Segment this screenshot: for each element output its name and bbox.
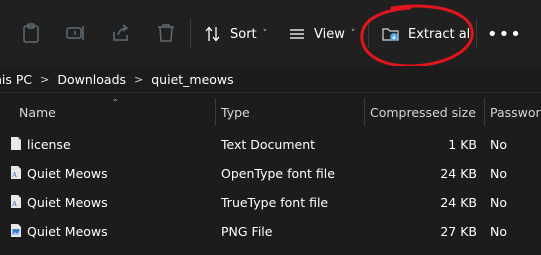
sort-icon [205,26,220,42]
font-file-icon: A [11,195,21,208]
chevron-down-icon: ˅ [350,29,356,39]
file-type: TrueType font file [221,195,329,210]
file-list: license Text Document 1 KB No A Quiet Me… [0,130,541,246]
extract-folder-icon [382,28,399,41]
sort-label: Sort [230,26,257,42]
extract-all-button[interactable]: Extract all [382,20,474,48]
share-icon[interactable] [110,22,132,44]
file-name: Quiet Meows [27,224,108,239]
table-row[interactable]: A Quiet Meows OpenType font file 24 KB N… [0,159,541,188]
extract-all-label: Extract all [408,26,474,42]
column-divider[interactable] [364,98,365,126]
column-divider[interactable] [484,98,485,126]
column-header-name[interactable]: Name [19,105,56,120]
table-row[interactable]: A Quiet Meows TrueType font file 24 KB N… [0,188,541,217]
sort-ascending-icon: ⌃ [112,98,119,107]
table-row[interactable]: license Text Document 1 KB No [0,130,541,159]
file-size: 27 KB [440,224,477,239]
toolbar-divider [476,18,477,48]
file-name: license [27,137,71,152]
file-size: 1 KB [448,137,477,152]
view-button[interactable]: View ˅ [288,20,355,48]
more-options-button[interactable]: ••• [487,24,522,45]
file-password: No [490,195,507,210]
file-type: OpenType font file [221,166,335,181]
toolbar-divider [368,18,369,48]
text-file-icon [11,137,21,150]
rename-icon[interactable] [65,22,87,44]
breadcrumb-separator: > [40,72,50,86]
column-header-compressed-size[interactable]: Compressed size [370,105,476,120]
breadcrumb: his PC > Downloads > quiet_meows [0,66,541,93]
breadcrumb-downloads[interactable]: Downloads [57,72,126,87]
font-file-icon: A [11,166,21,179]
column-header-password[interactable]: Password [490,105,541,120]
sort-button[interactable]: Sort ˅ [204,20,267,48]
column-divider[interactable] [215,98,216,126]
view-icon [290,29,304,39]
breadcrumb-this-pc[interactable]: his PC [0,72,32,87]
file-size: 24 KB [440,195,477,210]
column-header-type[interactable]: Type [221,105,250,120]
view-label: View [314,26,345,42]
toolbar-divider [190,18,191,48]
file-size: 24 KB [440,166,477,181]
command-bar: Sort ˅ View ˅ Extract all ••• [0,0,541,66]
breadcrumb-separator: > [134,72,144,86]
file-name: Quiet Meows [27,195,108,210]
file-type: PNG File [221,224,273,239]
svg-text:A: A [12,200,17,208]
file-password: No [490,166,507,181]
file-type: Text Document [221,137,316,152]
column-headers: ⌃ Name Type Compressed size Password [0,98,541,126]
file-name: Quiet Meows [27,166,108,181]
paste-icon[interactable] [20,22,42,44]
chevron-down-icon: ˅ [262,29,268,39]
file-password: No [490,137,507,152]
delete-icon[interactable] [155,22,177,44]
table-row[interactable]: Quiet Meows PNG File 27 KB No [0,217,541,246]
file-password: No [490,224,507,239]
svg-text:A: A [12,171,17,179]
image-file-icon [11,224,21,237]
breadcrumb-quiet-meows[interactable]: quiet_meows [151,72,233,87]
